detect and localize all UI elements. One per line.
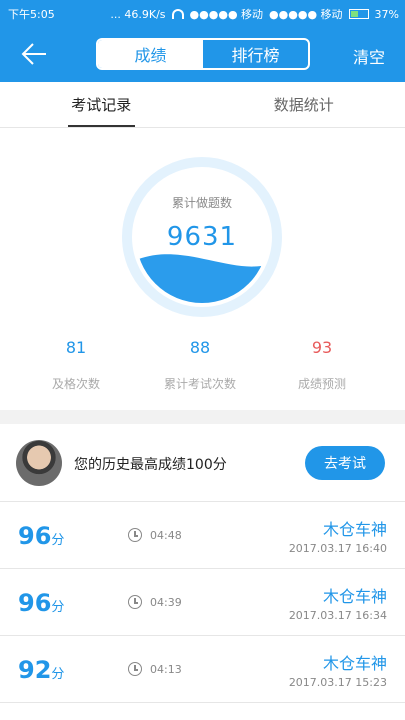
battery-icon	[348, 9, 369, 19]
record-score: 92分	[18, 656, 64, 684]
stat-value: 81	[65, 338, 87, 357]
best-score-row: 您的历史最高成绩100分 去考试	[0, 424, 405, 502]
score-unit: 分	[51, 600, 65, 615]
segmented-control: 成绩 排行榜	[96, 38, 310, 70]
best-score-text: 您的历史最高成绩100分	[74, 457, 227, 473]
go-exam-button[interactable]: 去考试	[305, 446, 385, 480]
stat-label: 累计考试次数	[163, 377, 236, 391]
arrow-left-icon[interactable]	[18, 38, 52, 70]
segment-scores[interactable]: 成绩	[98, 40, 203, 68]
record-time: 2017.03.17 15:23	[288, 676, 387, 689]
carrier-2: ●●●●● 移动	[269, 8, 343, 21]
stat-value: 93	[311, 338, 333, 357]
score-unit: 分	[51, 667, 65, 682]
section-divider	[0, 410, 405, 424]
list-item[interactable]: 96分 04:39 木仓车神 2017.03.17 16:34	[0, 569, 405, 636]
stat-label: 及格次数	[51, 377, 100, 391]
status-right: ... 46.9K/s ●●●●● 移动 ●●●●● 移动 37%	[110, 6, 399, 22]
tab-data-stats[interactable]: 数据统计	[203, 82, 405, 127]
clock-icon	[128, 662, 142, 676]
app-bar: 成绩 排行榜 清空	[0, 26, 405, 82]
record-score: 96分	[18, 589, 64, 617]
status-bar: 下午5:05 ... 46.9K/s ●●●●● 移动 ●●●●● 移动 37%	[0, 0, 405, 26]
record-duration: 04:13	[150, 663, 182, 676]
gauge-value: 9631	[166, 222, 238, 252]
clear-button[interactable]: 清空	[353, 44, 385, 68]
record-score: 96分	[18, 522, 64, 550]
wifi-icon	[171, 9, 184, 19]
clock-icon	[128, 528, 142, 542]
score-unit: 分	[51, 533, 65, 548]
battery-percent: 37%	[374, 7, 399, 21]
clock-icon	[128, 595, 142, 609]
record-duration: 04:48	[150, 529, 182, 542]
stat-label: 成绩预测	[297, 377, 346, 391]
avatar	[16, 440, 62, 486]
record-duration: 04:39	[150, 596, 182, 609]
network-speed: ... 46.9K/s	[110, 7, 166, 21]
tab-exam-records[interactable]: 考试记录	[0, 82, 203, 127]
record-time: 2017.03.17 16:40	[288, 542, 387, 555]
segment-leaderboard[interactable]: 排行榜	[203, 40, 308, 68]
tab-bar: 考试记录 数据统计	[0, 82, 405, 128]
list-item[interactable]: 92分 04:13 木仓车神 2017.03.17 15:23	[0, 636, 405, 703]
score-value: 92	[18, 656, 52, 684]
stat-total-exams: 88 累计考试次数	[148, 338, 252, 392]
score-value: 96	[18, 522, 52, 550]
record-name: 木仓车神	[322, 587, 387, 606]
record-time: 2017.03.17 16:34	[288, 609, 387, 622]
stat-pass-count: 81 及格次数	[30, 338, 122, 392]
status-time: 下午5:05	[8, 8, 55, 21]
score-value: 96	[18, 589, 52, 617]
stat-value: 88	[189, 338, 211, 357]
gauge-label: 累计做题数	[171, 196, 232, 210]
record-name: 木仓车神	[322, 520, 387, 539]
carrier-1: ●●●●● 移动	[189, 8, 264, 21]
stat-score-prediction: 93 成绩预测	[280, 338, 364, 392]
list-item[interactable]: 96分 04:48 木仓车神 2017.03.17 16:40	[0, 502, 405, 569]
record-name: 木仓车神	[322, 654, 387, 673]
